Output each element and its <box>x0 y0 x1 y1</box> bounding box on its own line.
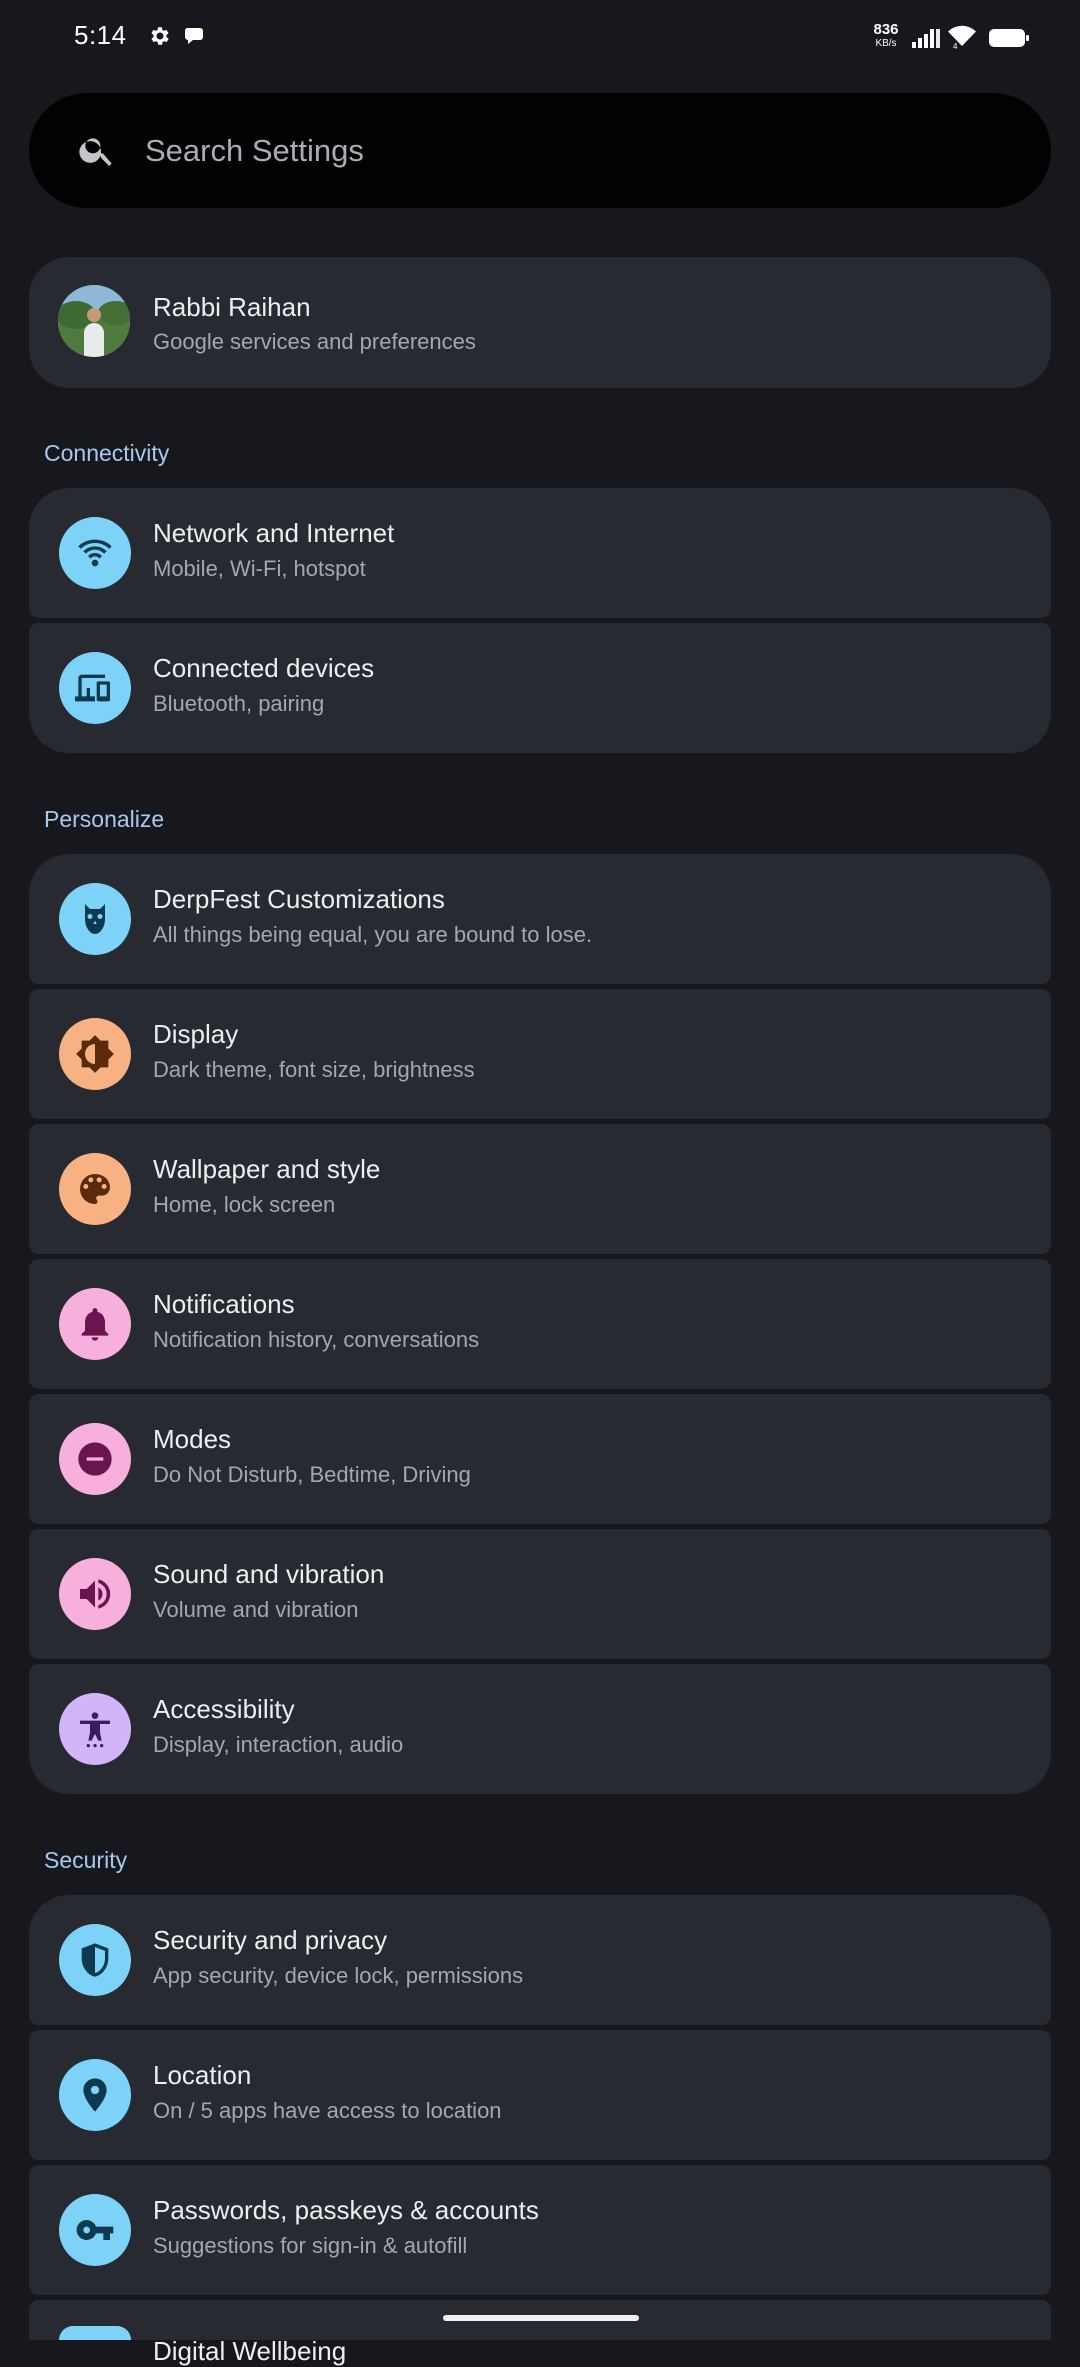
modes-title: Modes <box>153 1424 232 1454</box>
security-privacy-subtitle: App security, device lock, permissions <box>153 1963 524 1988</box>
account-subtitle: Google services and preferences <box>153 329 476 354</box>
palette-icon <box>59 1153 131 1225</box>
section-title-connectivity: Connectivity <box>44 440 170 466</box>
shield-icon <box>59 1924 131 1996</box>
section-title-personalize: Personalize <box>44 806 165 832</box>
network-speed-value: 836 <box>873 21 899 38</box>
notifications-title: Notifications <box>153 1289 295 1319</box>
accessibility-icon <box>59 1693 131 1765</box>
accessibility-title: Accessibility <box>153 1694 295 1724</box>
display-subtitle: Dark theme, font size, brightness <box>153 1057 475 1082</box>
devices-icon <box>59 652 131 724</box>
settings-item-location[interactable]: Location On / 5 apps have access to loca… <box>29 2030 1051 2160</box>
account-name: Rabbi Raihan <box>153 292 311 322</box>
settings-item-display[interactable]: Display Dark theme, font size, brightnes… <box>29 989 1051 1119</box>
brightness-icon <box>59 1018 131 1090</box>
status-time: 5:14 <box>74 20 127 50</box>
settings-item-wallpaper-and-style[interactable]: Wallpaper and style Home, lock screen <box>29 1124 1051 1254</box>
key-icon <box>59 2194 131 2266</box>
wallpaper-title: Wallpaper and style <box>153 1154 381 1184</box>
modes-subtitle: Do Not Disturb, Bedtime, Driving <box>153 1462 471 1487</box>
settings-item-sound-and-vibration[interactable]: Sound and vibration Volume and vibration <box>29 1529 1051 1659</box>
owl-icon <box>59 883 131 955</box>
settings-item-accessibility[interactable]: Accessibility Display, interaction, audi… <box>29 1664 1051 1794</box>
passwords-title: Passwords, passkeys & accounts <box>153 2195 539 2225</box>
status-bar: 5:14 836 KB/s 4 <box>0 0 1080 76</box>
settings-item-derpfest-customizations[interactable]: DerpFest Customizations All things being… <box>29 854 1051 984</box>
speaker-icon <box>59 1558 131 1630</box>
search-icon <box>77 130 117 175</box>
section-title-security: Security <box>44 1847 128 1873</box>
account-card[interactable]: Rabbi Raihan Google services and prefere… <box>29 257 1051 388</box>
notifications-subtitle: Notification history, conversations <box>153 1327 480 1352</box>
security-privacy-title: Security and privacy <box>153 1925 388 1955</box>
chat-bubble-icon <box>183 24 207 48</box>
avatar <box>58 285 130 357</box>
network-speed: 836 KB/s <box>868 22 904 49</box>
sound-title: Sound and vibration <box>153 1559 385 1589</box>
passwords-subtitle: Suggestions for sign-in & autofill <box>153 2233 468 2258</box>
accessibility-subtitle: Display, interaction, audio <box>153 1732 404 1757</box>
settings-item-notifications[interactable]: Notifications Notification history, conv… <box>29 1259 1051 1389</box>
connected-devices-title: Connected devices <box>153 653 375 683</box>
settings-item-security-and-privacy[interactable]: Security and privacy App security, devic… <box>29 1895 1051 2025</box>
signal-strength-icon <box>910 26 942 50</box>
wifi-status-icon: 4 <box>947 24 977 50</box>
network-subtitle: Mobile, Wi-Fi, hotspot <box>153 556 366 581</box>
location-title: Location <box>153 2060 252 2090</box>
battery-icon <box>988 26 1030 50</box>
location-pin-icon <box>59 2059 131 2131</box>
digital-wellbeing-title: Digital Wellbeing <box>153 2336 347 2366</box>
search-bar[interactable] <box>29 93 1051 208</box>
connected-devices-subtitle: Bluetooth, pairing <box>153 691 325 716</box>
search-input[interactable] <box>145 93 1005 208</box>
settings-item-passwords-passkeys-accounts[interactable]: Passwords, passkeys & accounts Suggestio… <box>29 2165 1051 2295</box>
location-subtitle: On / 5 apps have access to location <box>153 2098 502 2123</box>
wifi-icon <box>59 517 131 589</box>
settings-gear-icon <box>148 24 172 48</box>
network-title: Network and Internet <box>153 518 395 548</box>
wellbeing-icon <box>59 2326 131 2340</box>
derpfest-title: DerpFest Customizations <box>153 884 445 914</box>
sound-subtitle: Volume and vibration <box>153 1597 359 1622</box>
derpfest-subtitle: All things being equal, you are bound to… <box>153 922 593 947</box>
settings-item-network-and-internet[interactable]: Network and Internet Mobile, Wi-Fi, hots… <box>29 488 1051 618</box>
do-not-disturb-icon <box>59 1423 131 1495</box>
bell-icon <box>59 1288 131 1360</box>
network-speed-unit: KB/s <box>875 38 897 49</box>
settings-item-modes[interactable]: Modes Do Not Disturb, Bedtime, Driving <box>29 1394 1051 1524</box>
svg-text:4: 4 <box>953 42 958 50</box>
settings-item-connected-devices[interactable]: Connected devices Bluetooth, pairing <box>29 623 1051 753</box>
navigation-gesture-handle[interactable] <box>443 2315 639 2321</box>
wallpaper-subtitle: Home, lock screen <box>153 1192 336 1217</box>
display-title: Display <box>153 1019 239 1049</box>
